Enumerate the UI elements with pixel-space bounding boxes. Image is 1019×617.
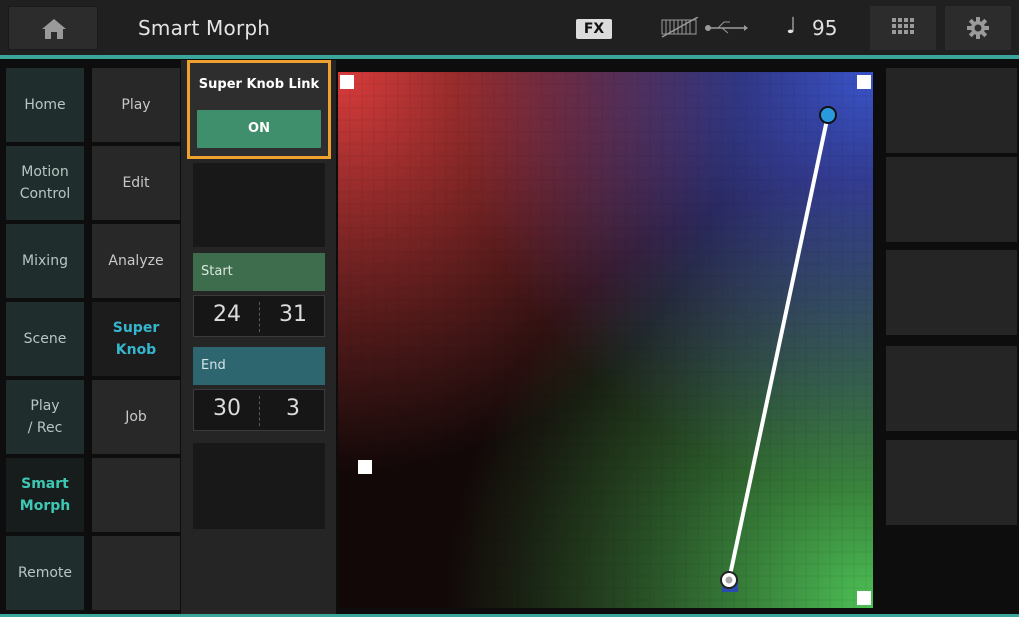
fx-badge[interactable]: FX: [576, 19, 612, 39]
grid-button[interactable]: [870, 6, 936, 50]
home-icon: [42, 19, 66, 39]
corner-marker: [857, 75, 871, 89]
nav-mixing[interactable]: Mixing: [6, 224, 84, 298]
right-slot-2: [886, 157, 1017, 242]
nav-home[interactable]: Home: [6, 68, 84, 142]
end-x-value[interactable]: 30: [194, 396, 260, 421]
start-y-value[interactable]: 31: [260, 302, 326, 327]
right-slot-5: [886, 440, 1017, 525]
subnav-play[interactable]: Play: [92, 68, 180, 142]
grid-icon: [892, 18, 914, 34]
end-point-handle[interactable]: [819, 106, 837, 124]
nav-remote[interactable]: Remote: [6, 536, 84, 610]
corner-marker: [340, 75, 354, 89]
morph-map[interactable]: [338, 72, 873, 608]
end-label: End: [193, 347, 325, 385]
right-slot-3: [886, 250, 1017, 335]
keyboard-icon: [661, 17, 699, 38]
tempo-value[interactable]: 95: [812, 16, 837, 40]
empty-slot: [193, 163, 325, 247]
settings-button[interactable]: [945, 6, 1011, 50]
subnav-empty-1: [92, 458, 180, 532]
start-label: Start: [193, 253, 325, 291]
nav-smart-morph[interactable]: Smart Morph: [6, 458, 84, 532]
end-y-value[interactable]: 3: [260, 396, 326, 421]
subnav-empty-2: [92, 536, 180, 610]
keyboard-usb-status-icon: [661, 17, 748, 38]
nav-motion-control[interactable]: Motion Control: [6, 146, 84, 220]
start-point-inner: [725, 576, 733, 584]
subnav-job[interactable]: Job: [92, 380, 180, 454]
sub-nav: Play Edit Analyze Super Knob Job: [92, 68, 180, 614]
right-slot-1: [886, 68, 1017, 153]
subnav-edit[interactable]: Edit: [92, 146, 180, 220]
nav-play-rec[interactable]: Play / Rec: [6, 380, 84, 454]
home-button[interactable]: [8, 6, 98, 50]
top-accent-line: [0, 55, 1019, 59]
end-values: 30 3: [193, 389, 325, 431]
super-knob-link-control[interactable]: Super Knob Link ON: [187, 60, 331, 159]
main-nav: Home Motion Control Mixing Scene Play / Re…: [6, 68, 84, 614]
page-title: Smart Morph: [138, 16, 271, 40]
start-x-value[interactable]: 24: [194, 302, 260, 327]
right-column: [886, 68, 1017, 614]
nav-scene[interactable]: Scene: [6, 302, 84, 376]
super-knob-link-label: Super Knob Link: [198, 77, 320, 92]
corner-marker: [358, 460, 372, 474]
subnav-super-knob[interactable]: Super Knob: [92, 302, 180, 376]
corner-marker: [857, 591, 871, 605]
tempo-note-icon: ♩: [786, 14, 797, 39]
right-slot-4: [886, 346, 1017, 431]
gear-icon: [967, 17, 989, 39]
top-bar: Smart Morph FX ♩ 95: [0, 0, 1019, 59]
start-values: 24 31: [193, 295, 325, 337]
usb-icon: [705, 21, 748, 34]
empty-slot: [193, 443, 325, 529]
subnav-analyze[interactable]: Analyze: [92, 224, 180, 298]
super-knob-link-toggle[interactable]: ON: [197, 110, 321, 148]
